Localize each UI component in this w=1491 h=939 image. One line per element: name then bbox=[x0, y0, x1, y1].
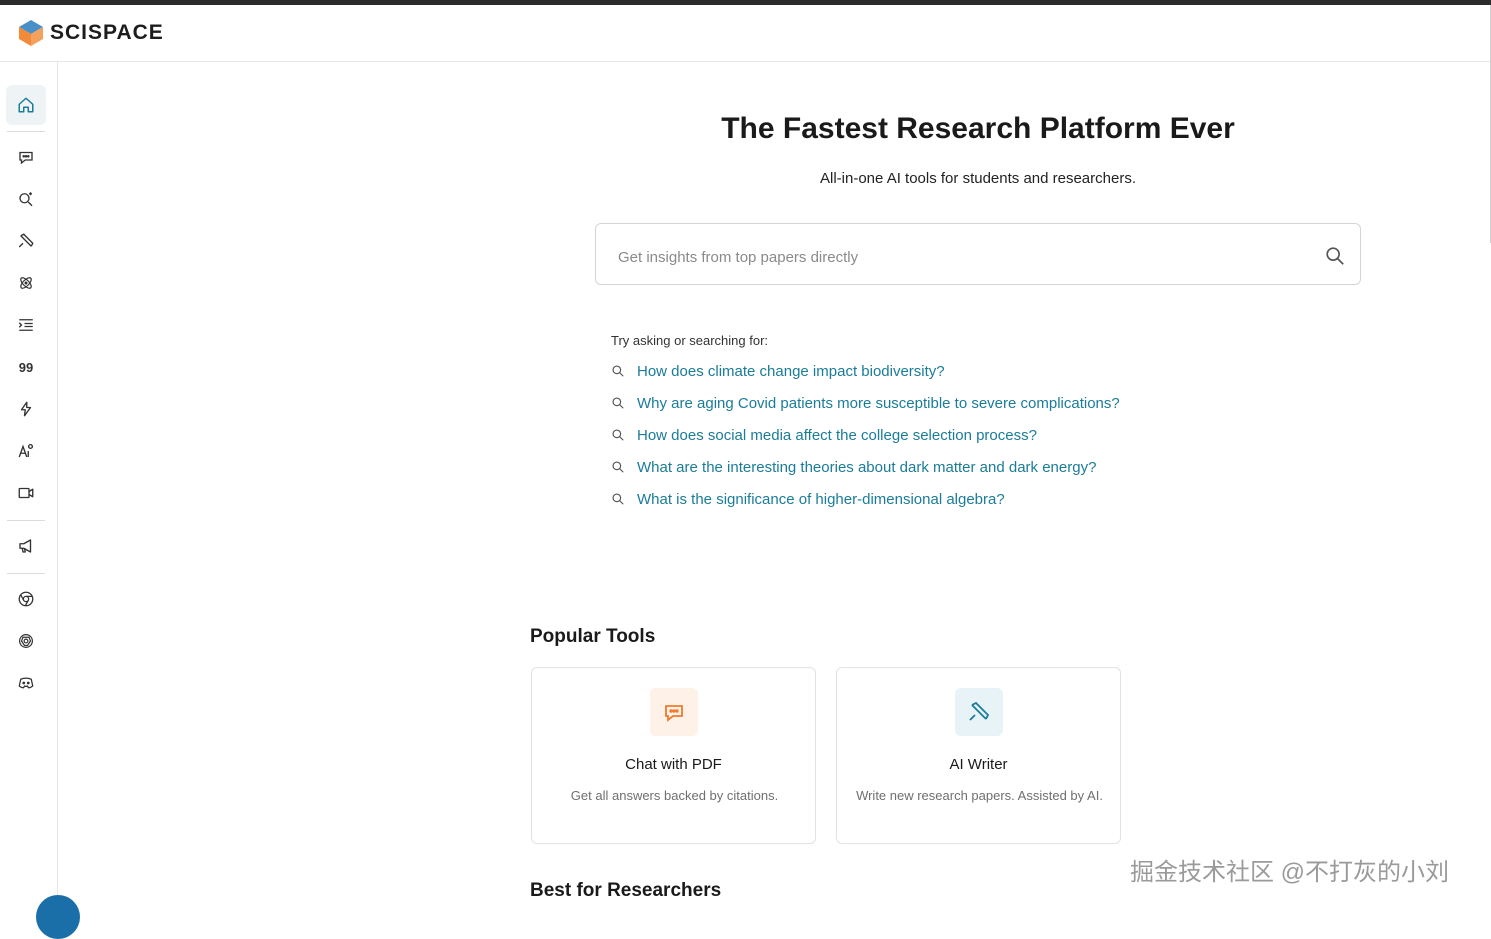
popular-tools-heading: Popular Tools bbox=[530, 626, 656, 647]
best-for-researchers-heading: Best for Researchers bbox=[530, 880, 722, 901]
chat-bubble-icon bbox=[650, 688, 698, 736]
sidebar-item-atom[interactable] bbox=[6, 263, 46, 303]
search-box bbox=[595, 223, 1361, 285]
video-icon bbox=[18, 487, 34, 499]
scispace-logo-icon bbox=[19, 20, 43, 46]
pen-writer-icon bbox=[955, 688, 1003, 736]
suggestions-label: Try asking or searching for: bbox=[611, 333, 769, 348]
logo-text: SCISPACE bbox=[50, 21, 164, 44]
tool-card-title: Chat with PDF bbox=[625, 756, 722, 773]
sidebar-item-ai-detector[interactable] bbox=[6, 431, 46, 471]
sidebar-item-chat-pdf[interactable] bbox=[6, 137, 46, 177]
sidebar-item-video[interactable] bbox=[6, 473, 46, 513]
lightning-icon bbox=[20, 401, 32, 417]
sidebar-divider bbox=[7, 573, 45, 574]
suggestion-item[interactable]: How does climate change impact biodivers… bbox=[611, 360, 945, 382]
left-sidebar: 99 bbox=[0, 62, 58, 908]
sidebar-item-home[interactable] bbox=[6, 85, 46, 125]
top-header: SCISPACE bbox=[0, 5, 1491, 62]
list-indent-icon bbox=[18, 319, 33, 331]
suggestion-text: What is the significance of higher-dimen… bbox=[637, 490, 1005, 508]
chat-bubble-icon bbox=[19, 151, 33, 165]
page-subtitle: All-in-one AI tools for students and res… bbox=[820, 170, 1136, 187]
openai-icon bbox=[19, 634, 33, 648]
sidebar-divider bbox=[7, 131, 45, 132]
tool-card-chat-with-pdf[interactable]: Chat with PDF Get all answers backed by … bbox=[531, 667, 816, 844]
sidebar-item-citation[interactable]: 99 bbox=[6, 347, 46, 387]
suggestion-text: What are the interesting theories about … bbox=[637, 458, 1097, 476]
search-input[interactable] bbox=[616, 244, 1300, 270]
sidebar-item-chatgpt-plugin[interactable] bbox=[6, 621, 46, 661]
scispace-logo[interactable]: SCISPACE bbox=[18, 19, 164, 47]
tool-card-description: Get all answers backed by citations. bbox=[570, 788, 779, 803]
tool-card-description: Write new research papers. Assisted by A… bbox=[856, 788, 1103, 803]
chrome-icon bbox=[18, 591, 34, 607]
sidebar-item-ai-writer[interactable] bbox=[6, 221, 46, 261]
sidebar-item-quick[interactable] bbox=[6, 389, 46, 429]
sidebar-divider bbox=[7, 520, 45, 521]
search-icon[interactable] bbox=[1324, 245, 1346, 267]
sidebar-item-discord[interactable] bbox=[6, 663, 46, 703]
search-icon bbox=[612, 461, 624, 473]
suggestion-text: Why are aging Covid patients more suscep… bbox=[637, 394, 1120, 412]
page-title: The Fastest Research Platform Ever bbox=[721, 112, 1235, 145]
suggestion-item[interactable]: How does social media affect the college… bbox=[611, 424, 1037, 446]
home-icon bbox=[18, 97, 34, 113]
tool-card-title: AI Writer bbox=[949, 756, 1008, 773]
suggestion-item[interactable]: What are the interesting theories about … bbox=[611, 456, 1096, 478]
help-chat-button[interactable] bbox=[36, 895, 80, 939]
tool-card-ai-writer[interactable]: AI Writer Write new research papers. Ass… bbox=[836, 667, 1121, 844]
search-icon bbox=[612, 429, 624, 441]
discord-icon bbox=[18, 677, 34, 689]
suggestion-text: How does climate change impact biodivers… bbox=[637, 362, 945, 380]
pen-writer-icon bbox=[18, 233, 34, 248]
search-icon bbox=[612, 365, 624, 377]
sidebar-item-literature-search[interactable] bbox=[6, 179, 46, 219]
suggestion-item[interactable]: What is the significance of higher-dimen… bbox=[611, 488, 1005, 510]
watermark-text: 掘金技术社区 @不打灰的小刘 bbox=[1130, 859, 1450, 886]
search-sparkle-icon bbox=[19, 192, 33, 207]
sidebar-item-outline[interactable] bbox=[6, 305, 46, 345]
sidebar-item-chrome-extension[interactable] bbox=[6, 579, 46, 619]
suggestion-text: How does social media affect the college… bbox=[637, 426, 1037, 444]
quote-icon: 99 bbox=[18, 359, 34, 375]
suggestion-item[interactable]: Why are aging Covid patients more suscep… bbox=[611, 392, 1120, 414]
atom-icon bbox=[20, 277, 32, 289]
search-icon bbox=[612, 397, 624, 409]
search-icon bbox=[612, 493, 624, 505]
sidebar-item-announcements[interactable] bbox=[6, 526, 46, 566]
megaphone-icon bbox=[19, 539, 32, 553]
ai-text-icon bbox=[18, 443, 34, 458]
